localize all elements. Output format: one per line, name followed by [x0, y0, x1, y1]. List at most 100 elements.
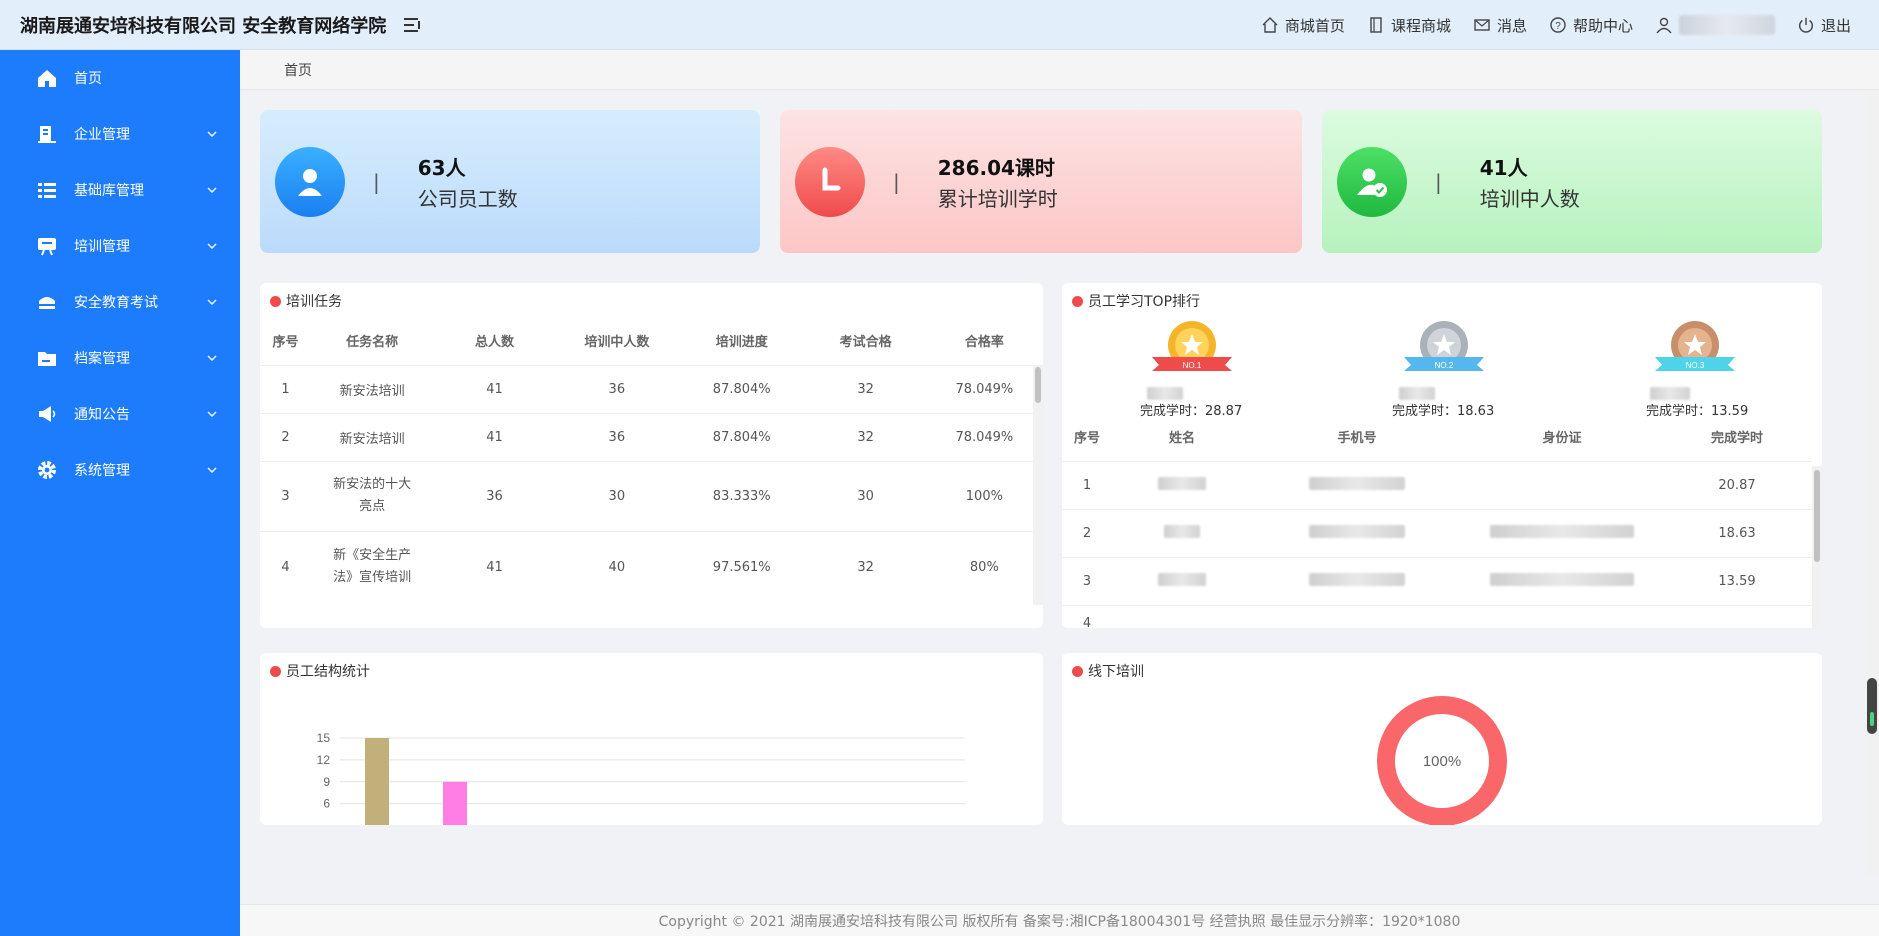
nav-course-mall[interactable]: 课程商城: [1367, 15, 1451, 36]
medal-badge-text: NO.1: [1183, 361, 1202, 370]
user-icon: [1655, 16, 1673, 34]
page-scrollbar[interactable]: [1865, 90, 1879, 875]
cell: 13.59: [1662, 556, 1812, 605]
offline-donut-chart: 100%: [1377, 696, 1507, 825]
breadcrumb-home[interactable]: 首页: [284, 60, 312, 80]
cell: 87.804%: [678, 412, 806, 461]
table-scrollbar[interactable]: [1812, 466, 1822, 628]
top-nav: 商城首页 课程商城 消息 ? 帮助中心 退出: [1261, 0, 1851, 50]
power-icon: [1797, 16, 1815, 34]
table-row[interactable]: 3 13.59: [1062, 556, 1812, 605]
svg-text:?: ?: [1555, 21, 1561, 32]
ranking-table: 序号 姓名 手机号 身份证 完成学时 1 20.87 2 18.63 3 13.…: [1062, 413, 1812, 628]
chevron-down-icon: [207, 355, 217, 361]
table-scrollbar[interactable]: [1033, 365, 1043, 605]
rank-medal-1: NO.1: [1147, 319, 1237, 404]
cell: 36: [555, 412, 678, 461]
chevron-down-icon: [207, 131, 217, 137]
top-header: 湖南展通安培科技有限公司 安全教育网络学院 商城首页 课程商城 消息 ? 帮助中…: [0, 0, 1879, 50]
cell: 2: [1062, 508, 1112, 557]
stat-label: 公司员工数: [417, 186, 518, 211]
chevron-down-icon: [207, 299, 217, 305]
chevron-down-icon: [207, 187, 217, 193]
medal-badge-text: NO.3: [1686, 361, 1705, 370]
stat-card-hours: | 286.04课时 累计培训学时: [780, 110, 1302, 253]
col-header: 任务名称: [346, 335, 399, 351]
col-header: 总人数: [474, 335, 514, 351]
megaphone-icon: [36, 403, 58, 425]
logout-button[interactable]: 退出: [1797, 15, 1851, 36]
home-icon: [1261, 16, 1279, 34]
sidebar-item-home[interactable]: 首页: [0, 50, 240, 106]
y-tick-label: 9: [323, 775, 330, 789]
table-row[interactable]: 2 新安法培训 41 36 87.804% 32 78.049%: [260, 412, 1043, 461]
sidebar-item-label: 首页: [74, 71, 102, 87]
sidebar-item-label: 通知公告: [74, 407, 130, 423]
sidebar-item-base-library[interactable]: 基础库管理: [0, 162, 240, 218]
folder-icon: [36, 347, 58, 369]
nav-help-center[interactable]: ? 帮助中心: [1549, 15, 1633, 36]
cell: 32: [805, 364, 926, 413]
rank-medal-3: NO.3: [1650, 319, 1740, 404]
cell: 41: [433, 530, 556, 603]
sidebar-item-training[interactable]: 培训管理: [0, 218, 240, 274]
cell: 18.63: [1662, 508, 1812, 557]
page-scrollbar-thumb[interactable]: [1867, 678, 1877, 734]
cell: 2: [260, 412, 311, 461]
cell: 4: [1062, 604, 1112, 628]
cell: 36: [555, 364, 678, 413]
col-header: 考试合格: [839, 335, 892, 351]
nav-messages[interactable]: 消息: [1473, 15, 1527, 36]
stat-value: 41人: [1479, 155, 1528, 180]
cell-name: [1112, 508, 1252, 557]
cell: 78.049%: [925, 412, 1043, 461]
cell: 87.804%: [678, 364, 806, 413]
donut-percent: 100%: [1423, 753, 1461, 770]
sidebar-item-system[interactable]: 系统管理: [0, 442, 240, 498]
copyright-text: Copyright © 2021 湖南展通安培科技有限公司 版权所有 备案号:湘…: [658, 913, 1461, 930]
monitor-icon: [36, 235, 58, 257]
table-row[interactable]: 1 20.87: [1062, 460, 1812, 509]
sidebar-item-exam[interactable]: 安全教育考试: [0, 274, 240, 330]
ranking-panel: 员工学习TOP排行 NO.1 完成学时：28.87 NO.2 完成学时：18.6…: [1062, 283, 1822, 628]
user-menu[interactable]: [1655, 15, 1775, 35]
list-icon: [36, 179, 58, 201]
cell: 4: [260, 530, 311, 603]
cell: 100%: [925, 460, 1043, 531]
bar: [365, 738, 389, 825]
sidebar-item-archive[interactable]: 档案管理: [0, 330, 240, 386]
cell: 1: [1062, 460, 1112, 509]
table-row[interactable]: 4: [1062, 604, 1812, 628]
table-row[interactable]: 3 新安法的十大亮点 36 30 83.333% 30 100%: [260, 460, 1043, 531]
sidebar-item-notice[interactable]: 通知公告: [0, 386, 240, 442]
col-header: 培训进度: [715, 335, 768, 351]
y-tick-label: 6: [323, 797, 330, 811]
table-row[interactable]: 1 新安法培训 41 36 87.804% 32 78.049%: [260, 364, 1043, 413]
panel-title: 培训任务: [270, 291, 342, 311]
table-row[interactable]: 2 18.63: [1062, 508, 1812, 557]
table-row[interactable]: 4 新《安全生产法》宣传培训 41 40 97.561% 32 80%: [260, 530, 1043, 603]
sidebar-item-label: 企业管理: [74, 127, 130, 143]
sidebar-item-label: 系统管理: [74, 463, 130, 479]
col-header: 培训中人数: [584, 335, 650, 351]
menu-toggle-icon[interactable]: [404, 17, 422, 32]
cell: 41: [433, 412, 556, 461]
logout-label: 退出: [1820, 16, 1851, 35]
stat-label: 培训中人数: [1479, 186, 1580, 211]
col-header: 姓名: [1168, 431, 1195, 447]
stat-value: 63人: [417, 155, 466, 180]
rank-medal-2: NO.2: [1399, 319, 1489, 404]
sidebar-item-enterprise[interactable]: 企业管理: [0, 106, 240, 162]
sidebar-item-label: 安全教育考试: [74, 295, 158, 311]
cell: 40: [555, 530, 678, 603]
col-header: 完成学时: [1710, 431, 1763, 447]
training-task-table: 序号 任务名称 总人数 培训中人数 培训进度 考试合格 合格率 1 新安法培训 …: [260, 317, 1043, 603]
user-check-icon: [1337, 146, 1407, 217]
name-blurred: [1650, 387, 1690, 400]
col-header: 序号: [1073, 431, 1100, 447]
cell-name: [1112, 556, 1252, 605]
cell: 30: [805, 460, 926, 531]
employee-structure-panel: 员工结构统计 15 12 9 6: [260, 653, 1043, 825]
cell: 新安法培训: [310, 364, 434, 413]
nav-mall-home[interactable]: 商城首页: [1261, 15, 1345, 36]
